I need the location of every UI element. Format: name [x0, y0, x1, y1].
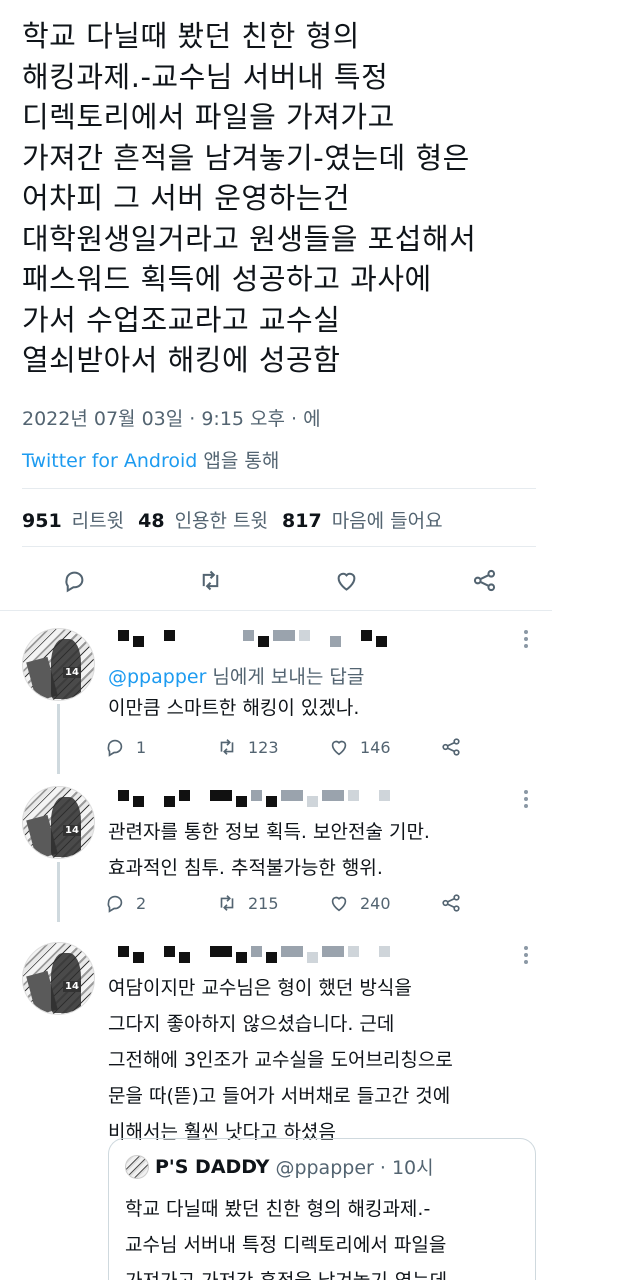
quoted-text-line: 가져가고 가져간 흔적을 남겨놓기-였는데 [125, 1263, 447, 1280]
reply-actions: 1 123 146 [104, 732, 544, 762]
more-options-icon[interactable] [516, 786, 536, 812]
tweet-text-line: 디렉토리에서 파일을 가져가고 [22, 100, 395, 134]
retweet-button[interactable]: 123 [216, 732, 279, 762]
reply-text: 이만큼 스마트한 해킹이 있겠나. [108, 690, 359, 726]
like-count-link[interactable]: 817 마음에 들어요 [282, 506, 443, 533]
like-button[interactable] [326, 560, 366, 600]
blurred-username [118, 790, 394, 807]
tweet-text-line: 대학원생일거라고 원생들을 포섭해서 [22, 221, 477, 256]
share-icon [442, 738, 460, 756]
divider [22, 546, 536, 547]
reply-icon [64, 571, 83, 592]
reply-text-line: 관련자를 통한 정보 획득. 보안전술 기만. [108, 821, 430, 843]
tweet-text-line: 가서 수업조교라고 교수실 [22, 302, 341, 337]
reply-text-line: 그전해에 3인조가 교수실을 도어브리칭으로 [108, 1049, 453, 1071]
quoted-tweet[interactable]: P'S DADDY @ppapper · 10시 학교 다닐때 봤던 친한 형의… [108, 1138, 536, 1280]
thread-line [57, 862, 60, 922]
quote-count-link[interactable]: 48 인용한 트윗 [138, 506, 268, 533]
replying-to: @ppapper 님에게 보내는 답글 [108, 662, 364, 689]
reply-handle-link[interactable]: @ppapper [108, 666, 206, 688]
quoted-handle: @ppapper · 10시 [275, 1157, 434, 1179]
tweet-text-line: 학교 다닐때 봤던 친한 형의 [22, 19, 360, 53]
retweet-count-link[interactable]: 951 리트윗 [22, 506, 124, 533]
like-count: 240 [360, 893, 391, 913]
like-icon [331, 740, 347, 756]
blurred-username [118, 946, 394, 963]
retweet-button[interactable] [190, 560, 230, 600]
quoted-tweet-header: P'S DADDY @ppapper · 10시 [125, 1153, 434, 1180]
tweet-text-line: 패스워드 획득에 성공하고 과사에 [22, 262, 432, 296]
source-suffix: 앱을 통해 [197, 450, 280, 472]
tweet-text-line: 열쇠받아서 해킹에 성공함 [22, 343, 341, 377]
avatar[interactable]: 14 [22, 942, 95, 1015]
more-options-icon[interactable] [516, 942, 536, 968]
divider [0, 610, 552, 611]
quote-label: 인용한 트윗 [174, 510, 269, 532]
reply-count: 2 [136, 893, 147, 913]
replying-to-suffix: 님에게 보내는 답글 [206, 666, 365, 688]
reply-text-line: 문을 따(뜯)고 들어가 서버채로 들고간 것에 [108, 1085, 451, 1107]
retweet-label: 리트윗 [71, 510, 125, 532]
reply-icon [107, 895, 123, 913]
tweet-text-line: 해킹과제.-교수님 서버내 특정 [22, 59, 389, 94]
reply-button[interactable] [54, 560, 94, 600]
reply-text-line: 그다지 좋아하지 않으셨습니다. 근데 [108, 1013, 395, 1035]
quoted-text: 학교 다닐때 봤던 친한 형의 해킹과제.- 교수님 서버내 특정 디렉토리에서… [125, 1191, 447, 1280]
like-icon [337, 572, 355, 591]
avatar[interactable]: 14 [22, 628, 95, 701]
reply-button[interactable]: 1 [104, 732, 146, 762]
retweet-icon [220, 739, 234, 755]
quoted-text-line: 학교 다닐때 봤던 친한 형의 해킹과제.- [125, 1198, 431, 1220]
reply-actions: 2 215 240 [104, 888, 544, 918]
avatar[interactable]: 14 [22, 786, 95, 859]
share-button[interactable] [464, 560, 504, 600]
source-link[interactable]: Twitter for Android [22, 450, 197, 472]
share-button[interactable] [440, 888, 462, 918]
reply-count: 1 [136, 737, 147, 757]
quoted-text-line: 교수님 서버내 특정 디렉토리에서 파일을 [125, 1234, 447, 1256]
retweet-icon [202, 570, 218, 590]
retweet-count: 951 [22, 510, 62, 532]
retweet-button[interactable]: 215 [216, 888, 279, 918]
quoted-name: P'S DADDY [155, 1155, 270, 1178]
tweet-text-line: 가져간 흔적을 남겨놓기-였는데 형은 [22, 140, 470, 175]
tweet-stats: 951 리트윗 48 인용한 트윗 817 마음에 들어요 [22, 506, 443, 533]
reply-text: 여담이지만 교수님은 형이 했던 방식을 그다지 좋아하지 않으셨습니다. 근데… [108, 970, 453, 1150]
quoted-avatar [125, 1154, 149, 1179]
reply-button[interactable]: 2 [104, 888, 146, 918]
like-count: 817 [282, 510, 322, 532]
like-button[interactable]: 146 [328, 732, 391, 762]
retweet-count: 123 [248, 737, 279, 757]
share-button[interactable] [440, 732, 462, 762]
tweet-source: Twitter for Android 앱을 통해 [22, 446, 279, 473]
like-count: 146 [360, 737, 391, 757]
thread-line [57, 704, 60, 774]
reply-text-line: 효과적인 침투. 추적불가능한 행위. [108, 857, 383, 879]
like-icon [331, 896, 347, 912]
like-label: 마음에 들어요 [331, 510, 443, 532]
more-options-icon[interactable] [516, 626, 536, 652]
tweet-text-line: 어차피 그 서버 운영하는건 [22, 181, 351, 215]
tweet-text: 학교 다닐때 봤던 친한 형의 해킹과제.-교수님 서버내 특정 디렉토리에서 … [22, 16, 582, 381]
reply-text: 관련자를 통한 정보 획득. 보안전술 기만. 효과적인 침투. 추적불가능한 … [108, 814, 430, 886]
blurred-username [118, 630, 391, 647]
retweet-count: 215 [248, 893, 279, 913]
share-icon [473, 569, 495, 591]
tweet-timestamp[interactable]: 2022년 07월 03일 · 9:15 오후 · 에 [22, 404, 321, 431]
share-icon [442, 894, 460, 912]
reply-icon [107, 739, 123, 757]
tweet-actions [0, 560, 560, 600]
like-button[interactable]: 240 [328, 888, 391, 918]
reply-text-line: 이만큼 스마트한 해킹이 있겠나. [108, 697, 360, 719]
quote-count: 48 [138, 510, 165, 532]
reply-text-line: 여담이지만 교수님은 형이 했던 방식을 [108, 977, 412, 999]
retweet-icon [220, 895, 234, 911]
divider [22, 488, 536, 489]
